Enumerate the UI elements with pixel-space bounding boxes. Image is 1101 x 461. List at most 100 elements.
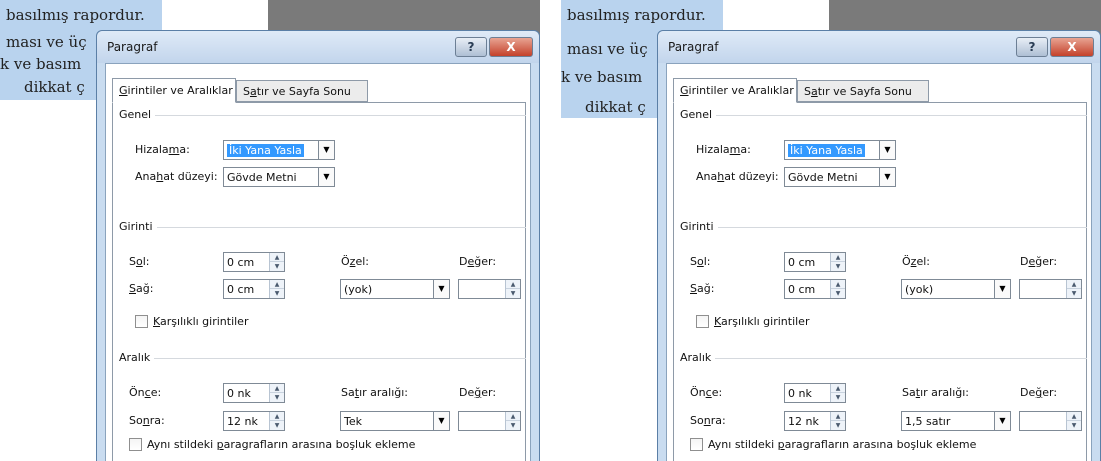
section-general: Genel — [680, 108, 717, 121]
spacing-after-spinner[interactable]: 12 nk ▲ ▼ — [784, 411, 846, 431]
tab-line-page-breaks[interactable]: Satır ve Sayfa Sonu — [236, 80, 368, 102]
chevron-down-icon[interactable]: ▼ — [994, 412, 1010, 430]
mirror-indents-label: Karşılıklı girintiler — [714, 315, 810, 328]
chevron-down-icon[interactable]: ▼ — [879, 141, 895, 159]
spin-up-icon[interactable]: ▲ — [506, 412, 520, 421]
tab-indents-spacing[interactable]: Girintiler ve Aralıklar — [673, 78, 797, 103]
chevron-down-icon[interactable]: ▼ — [994, 280, 1010, 298]
spin-up-icon[interactable]: ▲ — [1067, 280, 1081, 289]
indent-value-spinner[interactable]: ▲ ▼ — [458, 279, 521, 299]
spin-down-icon[interactable]: ▼ — [506, 289, 520, 298]
dialog-title: Paragraf — [668, 40, 719, 54]
right-indent-label: Sağ: — [129, 282, 154, 295]
spacing-before-spinner[interactable]: 0 nk ▲ ▼ — [223, 383, 285, 403]
dialog-titlebar[interactable]: Paragraf ? X — [658, 31, 1100, 63]
spacing-before-label: Önce: — [690, 386, 723, 399]
indent-value-spinner[interactable]: ▲ ▼ — [1019, 279, 1082, 299]
spacing-after-label: Sonra: — [690, 414, 726, 427]
chevron-down-icon[interactable]: ▼ — [879, 168, 895, 186]
right-indent-spinner[interactable]: 0 cm ▲ ▼ — [784, 279, 846, 299]
dialog-client: Girintiler ve Aralıklar Satır ve Sayfa S… — [105, 63, 531, 461]
spin-up-icon[interactable]: ▲ — [831, 384, 845, 393]
spacing-after-spinner[interactable]: 12 nk ▲ ▼ — [223, 411, 285, 431]
alignment-select[interactable]: İki Yana Yasla ▼ — [223, 140, 335, 160]
section-spacing: Aralık — [119, 351, 155, 364]
outline-level-select[interactable]: Gövde Metni ▼ — [223, 167, 335, 187]
left-indent-label: Sol: — [129, 255, 150, 268]
spin-down-icon[interactable]: ▼ — [270, 393, 284, 402]
spin-down-icon[interactable]: ▼ — [506, 421, 520, 430]
spin-down-icon[interactable]: ▼ — [270, 262, 284, 271]
help-button[interactable]: ? — [455, 37, 487, 57]
section-spacing: Aralık — [680, 351, 716, 364]
line-spacing-label: Satır aralığı: — [902, 386, 969, 399]
screenshot-after: basılmış rapordur. ması ve üç k ve basım… — [561, 0, 1101, 461]
document-line: basılmış rapordur. — [6, 6, 145, 24]
spacing-after-label: Sonra: — [129, 414, 165, 427]
special-indent-label: Özel: — [341, 255, 369, 268]
spin-down-icon[interactable]: ▼ — [270, 289, 284, 298]
alignment-label: Hizalama: — [135, 143, 190, 156]
tab-line-page-breaks[interactable]: Satır ve Sayfa Sonu — [797, 80, 929, 102]
spin-up-icon[interactable]: ▲ — [270, 280, 284, 289]
document-line: k ve basım — [0, 55, 82, 73]
left-indent-label: Sol: — [690, 255, 711, 268]
mirror-indents-label: Karşılıklı girintiler — [153, 315, 249, 328]
mirror-indents-checkbox[interactable] — [135, 315, 148, 328]
special-indent-select[interactable]: (yok) ▼ — [901, 279, 1011, 299]
section-indentation: Girinti — [680, 220, 718, 233]
mirror-indents-checkbox[interactable] — [696, 315, 709, 328]
document-line: dikkat ç — [585, 98, 646, 116]
chevron-down-icon[interactable]: ▼ — [433, 280, 449, 298]
spin-down-icon[interactable]: ▼ — [831, 393, 845, 402]
spin-down-icon[interactable]: ▼ — [831, 289, 845, 298]
section-indentation: Girinti — [119, 220, 157, 233]
indent-value-label: Değer: — [1020, 255, 1058, 268]
spin-down-icon[interactable]: ▼ — [1067, 289, 1081, 298]
spacing-value-spinner[interactable]: ▲ ▼ — [1019, 411, 1082, 431]
close-button[interactable]: X — [1050, 37, 1094, 57]
close-button[interactable]: X — [489, 37, 533, 57]
document-line: ması ve üç — [6, 33, 87, 51]
screenshot-before: basılmış rapordur. ması ve üç k ve basım… — [0, 0, 540, 461]
line-spacing-select[interactable]: 1,5 satır ▼ — [901, 411, 1011, 431]
line-spacing-label: Satır aralığı: — [341, 386, 408, 399]
chevron-down-icon[interactable]: ▼ — [318, 168, 334, 186]
spacing-before-spinner[interactable]: 0 nk ▲ ▼ — [784, 383, 846, 403]
no-space-same-style-checkbox[interactable] — [690, 438, 703, 451]
spin-up-icon[interactable]: ▲ — [270, 253, 284, 262]
spin-down-icon[interactable]: ▼ — [831, 421, 845, 430]
left-indent-spinner[interactable]: 0 cm ▲ ▼ — [223, 252, 285, 272]
spin-up-icon[interactable]: ▲ — [831, 280, 845, 289]
document-line: dikkat ç — [24, 78, 85, 96]
dialog-titlebar[interactable]: Paragraf ? X — [97, 31, 539, 63]
spin-down-icon[interactable]: ▼ — [270, 421, 284, 430]
spin-up-icon[interactable]: ▲ — [270, 384, 284, 393]
line-spacing-select[interactable]: Tek ▼ — [340, 411, 450, 431]
tab-indents-spacing[interactable]: Girintiler ve Aralıklar — [112, 78, 236, 103]
spin-down-icon[interactable]: ▼ — [1067, 421, 1081, 430]
spacing-value-spinner[interactable]: ▲ ▼ — [458, 411, 521, 431]
spin-up-icon[interactable]: ▲ — [1067, 412, 1081, 421]
no-space-same-style-label: Aynı stildeki paragrafların arasına boşl… — [708, 438, 977, 451]
right-indent-label: Sağ: — [690, 282, 715, 295]
chevron-down-icon[interactable]: ▼ — [318, 141, 334, 159]
document-line: ması ve üç — [567, 40, 648, 58]
left-indent-spinner[interactable]: 0 cm ▲ ▼ — [784, 252, 846, 272]
no-space-same-style-checkbox[interactable] — [129, 438, 142, 451]
right-indent-spinner[interactable]: 0 cm ▲ ▼ — [223, 279, 285, 299]
spin-down-icon[interactable]: ▼ — [831, 262, 845, 271]
chevron-down-icon[interactable]: ▼ — [433, 412, 449, 430]
help-button[interactable]: ? — [1016, 37, 1048, 57]
outline-level-select[interactable]: Gövde Metni ▼ — [784, 167, 896, 187]
section-general: Genel — [119, 108, 156, 121]
spin-up-icon[interactable]: ▲ — [831, 253, 845, 262]
spacing-value-label: Değer: — [1020, 386, 1058, 399]
dialog-client: Girintiler ve Aralıklar Satır ve Sayfa S… — [666, 63, 1092, 461]
alignment-select[interactable]: İki Yana Yasla ▼ — [784, 140, 896, 160]
dialog-title: Paragraf — [107, 40, 158, 54]
spin-up-icon[interactable]: ▲ — [506, 280, 520, 289]
special-indent-select[interactable]: (yok) ▼ — [340, 279, 450, 299]
spin-up-icon[interactable]: ▲ — [831, 412, 845, 421]
spin-up-icon[interactable]: ▲ — [270, 412, 284, 421]
